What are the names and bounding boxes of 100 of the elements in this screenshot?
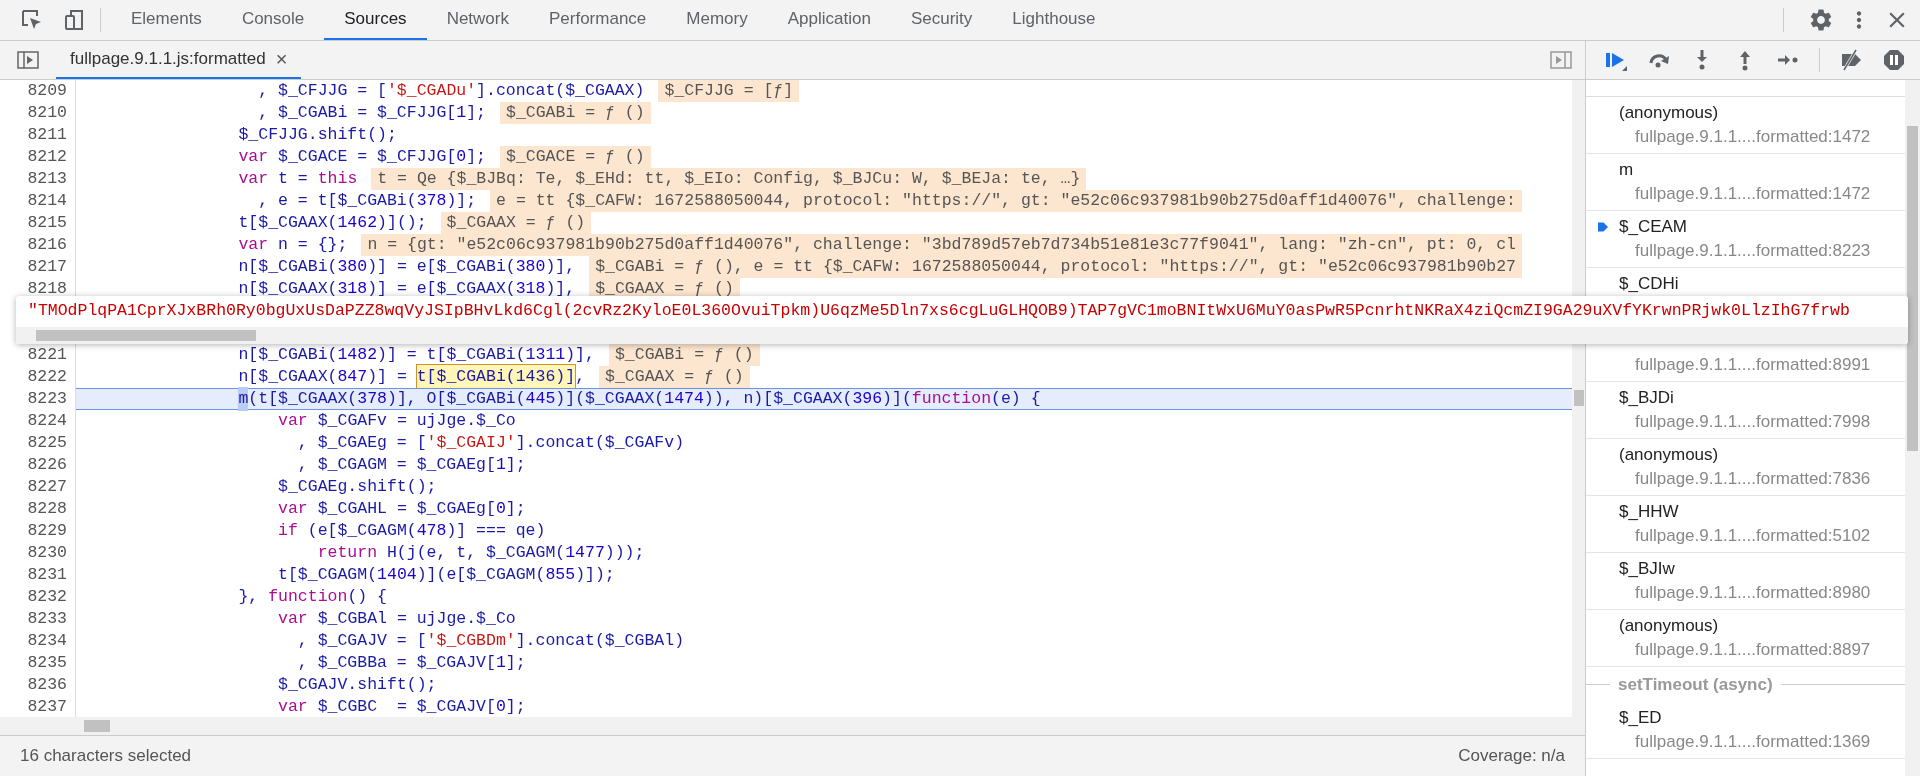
code-token: )] = e[$_CGAAX( [367, 277, 516, 300]
code-token: t[$_CGAAX( [238, 211, 338, 234]
code-token: , [575, 365, 586, 388]
function-name: $_BJDi [1619, 387, 1674, 410]
panel-tab[interactable]: Lighthouse [992, 0, 1116, 40]
code-token: $_CGBC = $_CGAJV[ [317, 695, 496, 717]
settings-icon[interactable] [1808, 7, 1834, 33]
code-token: , $_CGAJV = [ [297, 629, 427, 652]
code-token: n[$_CGAAX( [238, 365, 338, 388]
code-token: , $_CGAGM = $_CGAEg[ [297, 453, 496, 476]
code-token: (e) { [991, 387, 1041, 410]
device-toolbar-icon[interactable] [62, 8, 86, 32]
code-token: var [238, 167, 269, 190]
frame-location: fullpage.9.1.1....formatted:7998 [1635, 411, 1871, 434]
frame-location: fullpage.9.1.1....formatted:5102 [1635, 525, 1871, 548]
code-token: $_CGAHL = $_CGAEg[ [317, 497, 496, 520]
code-token: () { [347, 585, 387, 608]
frame-location: fullpage.9.1.1....formatted:1472 [1635, 183, 1871, 206]
code-token: return [317, 541, 378, 564]
code-token: 1474 [664, 387, 704, 410]
code-token: $_CGAJV.shift(); [278, 673, 437, 696]
inline-value: $_CGABi = ƒ () [608, 344, 760, 366]
panel-tab[interactable]: Elements [111, 0, 222, 40]
code-token: n[$_CGAAX( [238, 277, 338, 300]
code-token: ))); [604, 541, 645, 564]
code-token: 1477 [565, 541, 605, 564]
code-token: )], [565, 343, 595, 366]
code-token: )], [545, 255, 576, 278]
toggle-debugger-icon[interactable] [1549, 48, 1573, 72]
inline-value: $_CGACE = ƒ () [500, 146, 651, 168]
function-name: $_BJIw [1619, 558, 1675, 581]
code-token: )] = e[$_CGABi( [367, 255, 516, 278]
horizontal-scrollbar[interactable] [0, 717, 1585, 735]
code-token: )), n)[$_CGAAX( [703, 387, 853, 410]
code-token: ].concat($_CGAFv) [515, 431, 685, 454]
panel-tab[interactable]: Memory [666, 0, 768, 40]
code-token: )] = [367, 365, 408, 388]
function-name: $_CEAM [1619, 216, 1688, 239]
vertical-scrollbar[interactable] [1905, 80, 1920, 776]
code-token: (e[$_CGAGM( [307, 519, 417, 542]
code-token: 855 [545, 563, 576, 586]
code-token: if [278, 519, 298, 542]
code-token: 0 [495, 695, 506, 717]
code-token: ].concat($_CGAAX) [476, 80, 645, 102]
close-tab-button[interactable]: × [275, 44, 288, 74]
code-token: $_CGACE = $_CFJJG[ [278, 145, 457, 168]
code-token: 1 [495, 651, 506, 674]
code-token: var [278, 607, 308, 630]
code-token: H(j(e, t, $_CGAGM( [386, 541, 566, 564]
code-token: )], O[$_CGABi( [387, 387, 526, 410]
function-name: $_HHW [1619, 501, 1679, 524]
panel-tab[interactable]: Network [426, 0, 529, 40]
code-token: 378 [357, 387, 387, 410]
frame-location: fullpage.9.1.1....formatted:8223 [1635, 240, 1871, 263]
code-token: , $_CGBBa = $_CGAJV[ [297, 651, 496, 674]
code-token: '$_CGBDm' [426, 629, 516, 652]
scrollbar-thumb[interactable] [1907, 126, 1918, 451]
code-token: 318 [337, 277, 368, 300]
panel-tab[interactable]: Performance [529, 0, 667, 40]
panel-tab[interactable]: Console [221, 0, 325, 40]
code-token: n[$_CGABi( [238, 343, 338, 366]
toggle-navigator-icon[interactable] [16, 48, 40, 72]
code-token: '$_CGAIJ' [426, 431, 516, 454]
scrollbar-thumb[interactable] [84, 720, 110, 732]
code-token: (t[$_CGAAX( [248, 387, 358, 410]
code-token: )]($_CGAAX( [555, 387, 665, 410]
code-token: 1404 [377, 563, 417, 586]
code-token: )]; [446, 189, 477, 212]
code-token: )], [545, 277, 576, 300]
code-token: $_CGAEg.shift(); [278, 475, 437, 498]
code-token: )](e[$_CGAGM( [416, 563, 546, 586]
inline-value: $_CGAAX = ƒ () [599, 366, 750, 388]
code-token: $_CGAFv = ujJge.$_Co [317, 409, 516, 432]
deactivate-breakpoints-icon[interactable] [1839, 48, 1863, 72]
scrollbar-thumb[interactable] [36, 330, 256, 341]
horizontal-scrollbar[interactable] [16, 327, 1908, 344]
panel-tab[interactable]: Application [767, 0, 891, 40]
code-token: 847 [337, 365, 368, 388]
string-value: "TMOdPlqPA1CprXJxBRh0Ry0bgUxUsDaPZZ8wqVyJSIpBHvLkd6Cgl(2cvRz2KyloE0L360OvuiTpkm)U6qzMe5Dln7xs6cgLuGLHQOB9)TAP7gVC1moBNItWxU6MuY0asPwR5PcnrhtNKRaX4ziQcmZI9GA29uXVfYKrwnPRjwk0LlzIhG7frwb [28, 300, 1850, 323]
code-token: 1 [456, 101, 467, 124]
code-token: 1462 [337, 211, 378, 234]
inline-value: n = {gt: "e52c06c937981b90b275d0aff1d40076", challenge: "3bd789d57eb7d734b51e81e3c77f9041", lang: "zh-cn", pt: 0, cl [361, 234, 1522, 256]
code-token: ]; [505, 453, 526, 476]
frame-location: fullpage.9.1.1....formatted:1472 [1635, 126, 1871, 149]
code-token: }, [238, 585, 260, 608]
code-token: 478 [416, 519, 447, 542]
code-token: 318 [515, 277, 546, 300]
code-token: 380 [337, 255, 368, 278]
code-token: 396 [852, 387, 883, 410]
code-token: , $_CFJJG = [ [258, 80, 387, 102]
scrollbar-thumb[interactable] [1573, 390, 1584, 406]
function-name: m [1619, 159, 1634, 182]
panel-tab[interactable]: Security [890, 0, 993, 40]
code-token: , $_CGABi = $_CFJJG[ [258, 101, 457, 124]
pause-on-exceptions-icon[interactable] [1882, 48, 1906, 72]
code-token: 1482 [337, 343, 378, 366]
async-separator: setTimeout (async) [1618, 673, 1773, 696]
code-token: $_CGBAl = ujJge.$_Co [317, 607, 516, 630]
inline-value: $_CGAAX = ƒ () [440, 212, 592, 234]
current-frame-arrow-icon [1596, 220, 1609, 234]
